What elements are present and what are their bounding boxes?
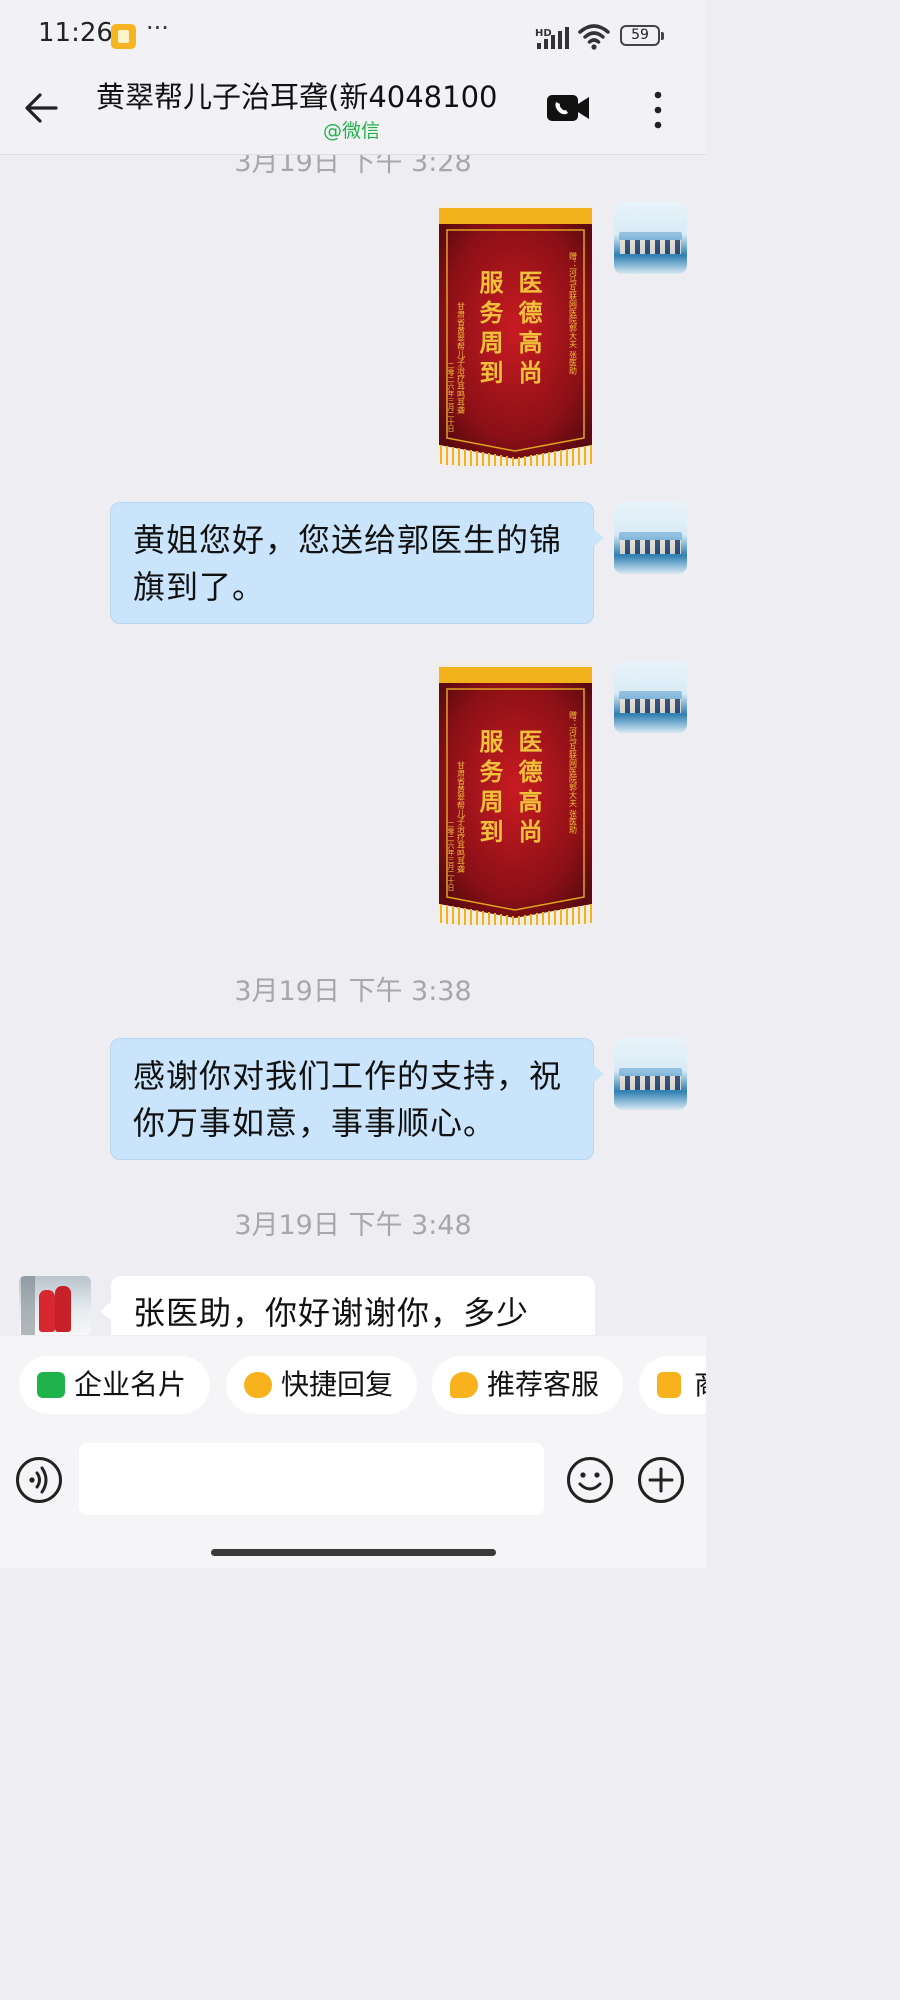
quick-more-button[interactable]: 商	[639, 1356, 706, 1414]
banner-dedication: 赠：河马互联网医院郭大夫 张医助	[569, 251, 578, 376]
quick-action-bar: 企业名片 快捷回复 推荐客服 商	[0, 1336, 706, 1432]
quick-business-card-button[interactable]: 企业名片	[19, 1356, 210, 1414]
chat-bubble-icon	[450, 1372, 478, 1398]
more-vertical-icon[interactable]	[650, 90, 666, 130]
battery-icon: 59	[620, 25, 664, 46]
outgoing-message[interactable]: 黄姐您好，您送给郭医生的锦旗到了。	[110, 502, 604, 624]
plus-icon[interactable]	[637, 1456, 685, 1504]
status-bar: 11:26 ··· HD 59	[0, 0, 706, 72]
timestamp: 3月19日 下午 3:48	[234, 1210, 472, 1241]
recommend-agent-button[interactable]: 推荐客服	[432, 1356, 623, 1414]
banner-main-right: 医德高尚	[514, 270, 542, 390]
chip-label: 企业名片	[74, 1368, 187, 1401]
notes-app-icon	[111, 24, 136, 49]
banner-giver: 甘肃省黄翠帮儿子治疗耳鸣耳聋	[457, 301, 466, 415]
message-input[interactable]	[79, 1443, 544, 1515]
banner-giver: 甘肃省黄翠帮儿子治疗耳鸣耳聋	[457, 760, 466, 874]
chip-label: 快捷回复	[281, 1368, 394, 1401]
chip-label: 推荐客服	[487, 1368, 600, 1401]
chat-source-label: @微信	[323, 120, 381, 142]
input-bar	[0, 1432, 706, 1568]
banner-image-message[interactable]: 赠：河马互联网医院郭大夫 张医助 医德高尚 服务周到 甘肃省黄翠帮儿子治疗耳鸣耳…	[437, 202, 594, 467]
banner-image-message[interactable]: 赠：河马互联网医院郭大夫 张医助 医德高尚 服务周到 甘肃省黄翠帮儿子治疗耳鸣耳…	[437, 661, 594, 925]
agent-avatar[interactable]	[614, 1038, 687, 1110]
quick-reply-icon	[244, 1372, 272, 1398]
outgoing-message[interactable]: 感谢你对我们工作的支持，祝你万事如意，事事顺心。	[110, 1038, 604, 1160]
video-call-icon[interactable]	[546, 92, 590, 124]
agent-avatar[interactable]	[614, 502, 687, 574]
banner-main-right: 医德高尚	[514, 729, 542, 849]
network-type: HD	[535, 28, 552, 39]
emoji-icon[interactable]	[566, 1456, 614, 1504]
wifi-icon	[578, 24, 610, 50]
message-list[interactable]: 3月19日 下午 3:28 赠：河马互联网医院郭大夫 张医助 医德高尚 服务周到…	[0, 155, 706, 1335]
silk-banner-image: 赠：河马互联网医院郭大夫 张医助 医德高尚 服务周到 甘肃省黄翠帮儿子治疗耳鸣耳…	[437, 202, 594, 467]
agent-avatar[interactable]	[614, 202, 687, 274]
more-notifications-icon: ···	[146, 14, 169, 42]
quick-reply-button[interactable]: 快捷回复	[226, 1356, 417, 1414]
signal-icon: HD	[535, 27, 569, 49]
banner-main-left: 服务周到	[475, 270, 503, 390]
silk-banner-image: 赠：河马互联网医院郭大夫 张医助 医德高尚 服务周到 甘肃省黄翠帮儿子治疗耳鸣耳…	[437, 661, 594, 925]
banner-dedication: 赠：河马互联网医院郭大夫 张医助	[569, 710, 578, 835]
business-card-icon	[37, 1372, 65, 1398]
status-time: 11:26	[38, 18, 113, 48]
timestamp: 3月19日 下午 3:38	[234, 976, 472, 1007]
customer-avatar[interactable]	[19, 1276, 91, 1335]
voice-input-icon[interactable]	[15, 1456, 63, 1504]
home-indicator[interactable]	[211, 1549, 496, 1556]
chip-label: 商	[694, 1356, 706, 1414]
arrow-left-icon[interactable]	[22, 88, 62, 128]
incoming-message[interactable]: 张医助，你好谢谢你，多少	[100, 1276, 595, 1335]
banner-date: 二零二六年三月二十日	[447, 821, 455, 892]
agent-avatar[interactable]	[614, 661, 687, 733]
document-icon	[657, 1372, 681, 1398]
timestamp: 3月19日 下午 3:28	[234, 155, 472, 178]
banner-date: 二零二六年三月二十日	[447, 362, 455, 433]
banner-main-left: 服务周到	[475, 729, 503, 849]
chat-header: 黄翠帮儿子治耳聋(新4048100 @微信	[0, 72, 706, 155]
chat-title: 黄翠帮儿子治耳聋(新4048100	[96, 80, 498, 114]
